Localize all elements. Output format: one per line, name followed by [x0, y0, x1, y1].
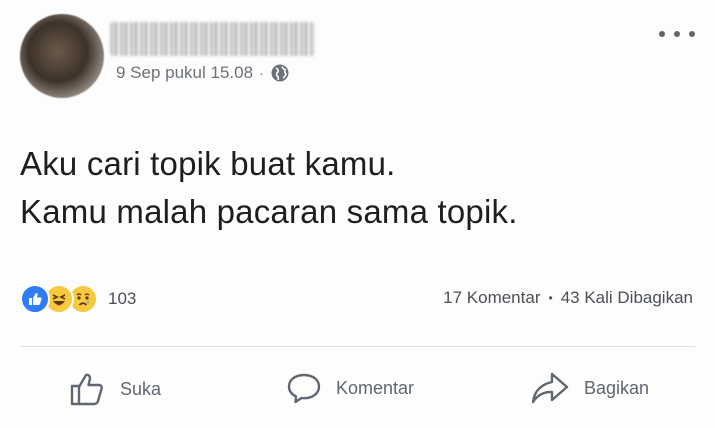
thumbs-up-icon — [70, 373, 103, 406]
like-icon — [20, 284, 50, 314]
post-text-line-2: Kamu malah pacaran sama topik. — [20, 193, 518, 230]
post-timestamp[interactable]: 9 Sep pukul 15.08 — [116, 63, 253, 83]
engagement-stats: 17 Komentar • 43 Kali Dibagikan — [443, 288, 693, 308]
reactions-summary[interactable]: 103 — [20, 284, 136, 314]
avatar[interactable] — [20, 14, 104, 98]
post-text: Aku cari topik buat kamu. Kamu malah pac… — [20, 140, 518, 236]
action-bar: Suka Komentar Bagikan — [0, 360, 715, 416]
like-button[interactable]: Suka — [68, 370, 161, 408]
post-meta: 9 Sep pukul 15.08 · — [116, 63, 290, 83]
author-name-redacted[interactable] — [110, 22, 315, 56]
meta-separator: · — [259, 65, 264, 81]
more-options-icon[interactable] — [659, 24, 695, 44]
stats-separator: • — [548, 291, 553, 305]
post-text-line-1: Aku cari topik buat kamu. — [20, 145, 396, 182]
comment-bubble-icon — [287, 373, 321, 404]
facebook-post-card: 9 Sep pukul 15.08 · Aku cari topik buat … — [0, 0, 715, 428]
share-button-label: Bagikan — [584, 377, 650, 398]
globe-icon[interactable] — [270, 63, 290, 83]
dot-1 — [659, 31, 665, 37]
dot-3 — [689, 31, 695, 37]
comment-button[interactable]: Komentar — [286, 370, 414, 406]
like-button-label: Suka — [120, 378, 162, 399]
comment-count[interactable]: 17 Komentar — [443, 288, 540, 308]
dot-2 — [674, 31, 680, 37]
divider — [20, 346, 695, 347]
share-arrow-icon — [531, 372, 569, 404]
reaction-count[interactable]: 103 — [108, 289, 136, 309]
comment-button-label: Komentar — [336, 377, 415, 398]
share-button[interactable]: Bagikan — [530, 370, 649, 406]
share-count[interactable]: 43 Kali Dibagikan — [561, 288, 693, 308]
